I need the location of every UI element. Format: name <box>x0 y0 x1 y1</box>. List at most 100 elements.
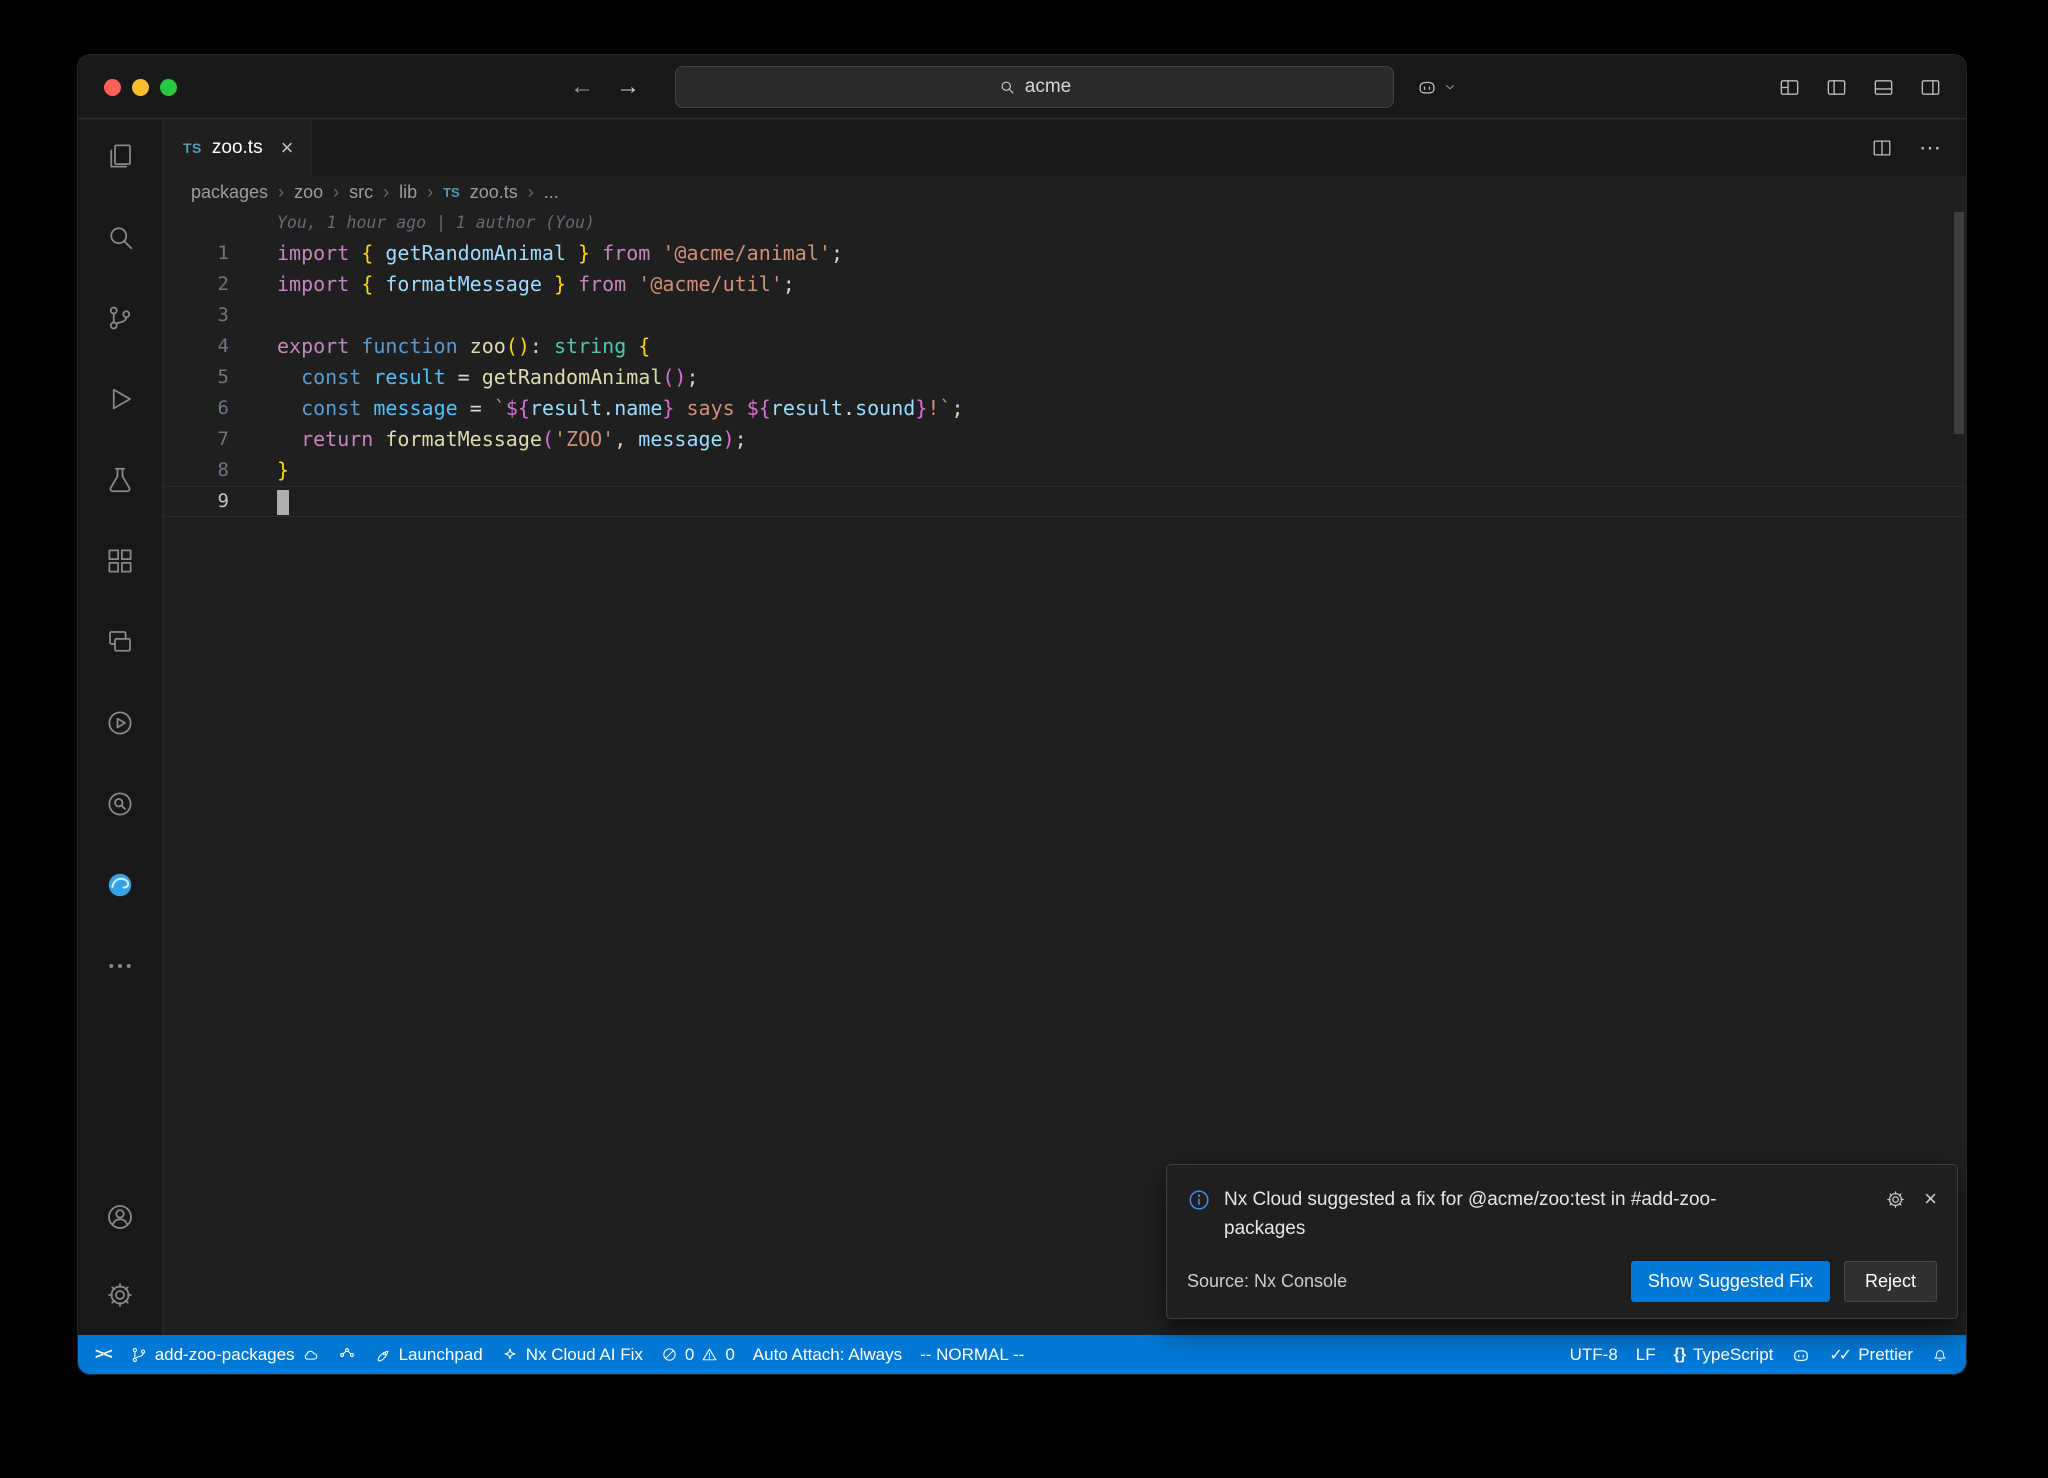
editor-actions: ⋯ <box>1871 120 1966 176</box>
line-number: 3 <box>163 300 229 331</box>
edge-browser-icon[interactable] <box>96 861 144 909</box>
traffic-lights <box>104 79 177 96</box>
notifications-status[interactable] <box>1922 1335 1958 1374</box>
notification-actions: × <box>1885 1185 1937 1210</box>
remote-indicator[interactable]: >< <box>86 1335 121 1374</box>
vim-mode-label: -- NORMAL -- <box>920 1345 1024 1365</box>
close-window-button[interactable] <box>104 79 121 96</box>
settings-gear-icon[interactable] <box>96 1271 144 1319</box>
code-text <box>229 300 277 331</box>
code-line-9[interactable]: 9 <box>163 486 1966 517</box>
customize-layout-icon[interactable] <box>1778 76 1801 99</box>
code-line-2[interactable]: 2import { formatMessage } from '@acme/ut… <box>163 269 1966 300</box>
toggle-primary-sidebar-icon[interactable] <box>1825 76 1848 99</box>
code-text: import { formatMessage } from '@acme/uti… <box>229 269 795 300</box>
breadcrumb-file[interactable]: zoo.ts <box>470 182 518 203</box>
eol-status[interactable]: LF <box>1627 1335 1665 1374</box>
search-view-icon[interactable] <box>96 213 144 261</box>
toggle-panel-icon[interactable] <box>1872 76 1895 99</box>
search-value: acme <box>1025 76 1071 98</box>
code-line-6[interactable]: 6 const message = `${result.name} says $… <box>163 393 1966 424</box>
branch-name: add-zoo-packages <box>155 1345 295 1365</box>
code-line-3[interactable]: 3 <box>163 300 1966 331</box>
chevron-right-icon: › <box>427 182 433 203</box>
activity-bar-bottom <box>96 1193 144 1319</box>
scrollbar-thumb[interactable] <box>1954 212 1964 434</box>
testing-icon[interactable] <box>96 456 144 504</box>
code-line-1[interactable]: 1import { getRandomAnimal } from '@acme/… <box>163 238 1966 269</box>
minimize-window-button[interactable] <box>132 79 149 96</box>
command-center-search[interactable]: acme <box>675 66 1394 108</box>
search-circle-icon[interactable] <box>96 780 144 828</box>
copilot-icon <box>1791 1345 1811 1365</box>
rocket-icon <box>374 1346 392 1364</box>
bell-icon <box>1931 1346 1949 1364</box>
chevron-right-icon: › <box>278 182 284 203</box>
formatter-status[interactable]: ✓✓ Prettier <box>1820 1335 1922 1374</box>
status-bar: >< add-zoo-packages Launch <box>78 1335 1966 1374</box>
formatter-label: Prettier <box>1858 1345 1913 1365</box>
notification-settings-gear-icon[interactable] <box>1885 1189 1906 1210</box>
breadcrumb-item[interactable]: lib <box>399 182 417 203</box>
code-line-7[interactable]: 7 return formatMessage('ZOO', message); <box>163 424 1966 455</box>
chevron-down-icon <box>1443 80 1457 94</box>
breadcrumb-item[interactable]: packages <box>191 182 268 203</box>
status-left: >< add-zoo-packages Launch <box>86 1335 1033 1374</box>
editor-group: TS zoo.ts × ⋯ packages › zoo › src › <box>163 120 1966 1335</box>
line-number: 2 <box>163 269 229 300</box>
remote-explorer-icon[interactable] <box>96 618 144 666</box>
auto-attach-status[interactable]: Auto Attach: Always <box>744 1335 911 1374</box>
code-line-4[interactable]: 4export function zoo(): string { <box>163 331 1966 362</box>
error-count: 0 <box>685 1345 694 1365</box>
code-text: import { getRandomAnimal } from '@acme/a… <box>229 238 843 269</box>
commit-graph-status[interactable] <box>329 1335 365 1374</box>
explorer-icon[interactable] <box>96 132 144 180</box>
toggle-secondary-sidebar-icon[interactable] <box>1919 76 1942 99</box>
code-line-5[interactable]: 5 const result = getRandomAnimal(); <box>163 362 1966 393</box>
breadcrumb: packages › zoo › src › lib › TS zoo.ts ›… <box>163 176 1966 208</box>
code-line-8[interactable]: 8} <box>163 455 1966 486</box>
layout-controls <box>1778 55 1942 119</box>
run-debug-icon[interactable] <box>96 375 144 423</box>
extensions-icon[interactable] <box>96 537 144 585</box>
error-icon <box>661 1346 678 1363</box>
tab-zoo-ts[interactable]: TS zoo.ts × <box>163 120 312 176</box>
line-number: 1 <box>163 238 229 269</box>
show-suggested-fix-button[interactable]: Show Suggested Fix <box>1631 1261 1830 1302</box>
copilot-menu[interactable] <box>1416 55 1457 119</box>
breadcrumb-item[interactable]: src <box>349 182 373 203</box>
code-lines: 1import { getRandomAnimal } from '@acme/… <box>163 238 1966 517</box>
maximize-window-button[interactable] <box>160 79 177 96</box>
git-branch-status[interactable]: add-zoo-packages <box>121 1335 329 1374</box>
problems-status[interactable]: 0 0 <box>652 1335 744 1374</box>
graph-icon <box>338 1346 356 1364</box>
line-number: 9 <box>163 486 229 517</box>
forward-icon[interactable]: → <box>616 73 640 101</box>
encoding-label: UTF-8 <box>1570 1345 1618 1365</box>
breadcrumb-item[interactable]: zoo <box>294 182 323 203</box>
copilot-status[interactable] <box>1782 1335 1820 1374</box>
typescript-file-icon: TS <box>443 185 460 200</box>
warning-count: 0 <box>725 1345 734 1365</box>
more-views-icon[interactable] <box>96 942 144 990</box>
line-number: 4 <box>163 331 229 362</box>
close-tab-icon[interactable]: × <box>281 137 294 159</box>
source-control-icon[interactable] <box>96 294 144 342</box>
vim-mode-status[interactable]: -- NORMAL -- <box>911 1335 1033 1374</box>
sparkle-icon <box>501 1346 519 1364</box>
accounts-icon[interactable] <box>96 1193 144 1241</box>
play-circle-icon[interactable] <box>96 699 144 747</box>
line-number: 8 <box>163 455 229 486</box>
breadcrumb-more[interactable]: ... <box>544 182 559 203</box>
more-actions-icon[interactable]: ⋯ <box>1919 135 1942 161</box>
reject-button[interactable]: Reject <box>1844 1261 1937 1302</box>
nx-cloud-ai-fix-status[interactable]: Nx Cloud AI Fix <box>492 1335 652 1374</box>
encoding-status[interactable]: UTF-8 <box>1561 1335 1627 1374</box>
split-editor-icon[interactable] <box>1871 137 1893 159</box>
notification-source: Source: Nx Console <box>1187 1271 1347 1292</box>
language-mode-status[interactable]: {} TypeScript <box>1665 1335 1783 1374</box>
back-icon[interactable]: ← <box>570 73 594 101</box>
launchpad-status[interactable]: Launchpad <box>365 1335 492 1374</box>
notification-header: Nx Cloud suggested a fix for @acme/zoo:t… <box>1187 1185 1937 1243</box>
notification-close-icon[interactable]: × <box>1924 1188 1937 1210</box>
